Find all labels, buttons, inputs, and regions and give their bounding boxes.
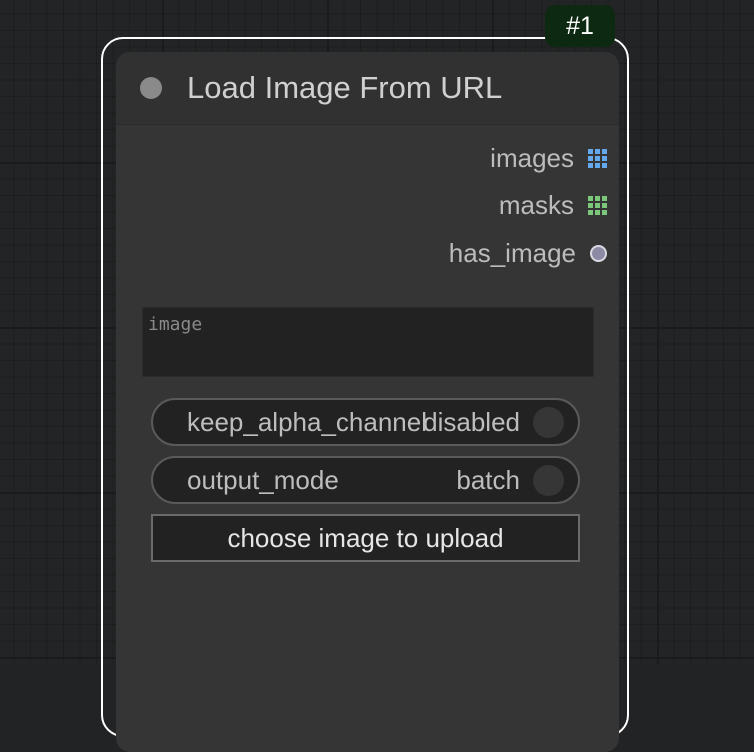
- keep-alpha-channel-label: keep_alpha_channel: [187, 407, 427, 437]
- choose-image-upload-button[interactable]: choose image to upload: [151, 514, 580, 562]
- load-image-from-url-node[interactable]: Load Image From URL images masks has_ima…: [116, 52, 619, 752]
- output-label-images: images: [490, 142, 574, 173]
- output-mode-toggle[interactable]: output_mode batch: [151, 456, 580, 504]
- image-url-input[interactable]: [142, 307, 594, 377]
- keep-alpha-channel-knob-icon[interactable]: [533, 407, 564, 438]
- node-title: Load Image From URL: [187, 70, 503, 105]
- keep-alpha-channel-toggle[interactable]: keep_alpha_channel disabled: [151, 398, 580, 446]
- output-label-has-image: has_image: [448, 237, 576, 268]
- images-output-grid-icon[interactable]: [588, 148, 607, 168]
- output-slot-images[interactable]: images: [490, 143, 607, 173]
- output-mode-label: output_mode: [187, 465, 339, 495]
- node-id-badge: #1: [545, 5, 615, 47]
- keep-alpha-channel-value: disabled: [423, 407, 520, 437]
- output-label-masks: masks: [498, 189, 574, 220]
- output-slot-masks[interactable]: masks: [499, 190, 607, 220]
- output-mode-knob-icon[interactable]: [533, 465, 564, 496]
- masks-output-grid-icon[interactable]: [588, 195, 607, 215]
- output-mode-value: batch: [456, 465, 520, 495]
- has-image-output-circle-icon[interactable]: [590, 244, 607, 262]
- output-slot-has-image[interactable]: has_image: [449, 238, 607, 268]
- node-header[interactable]: Load Image From URL: [116, 52, 619, 125]
- collapse-toggle-icon[interactable]: [140, 77, 162, 99]
